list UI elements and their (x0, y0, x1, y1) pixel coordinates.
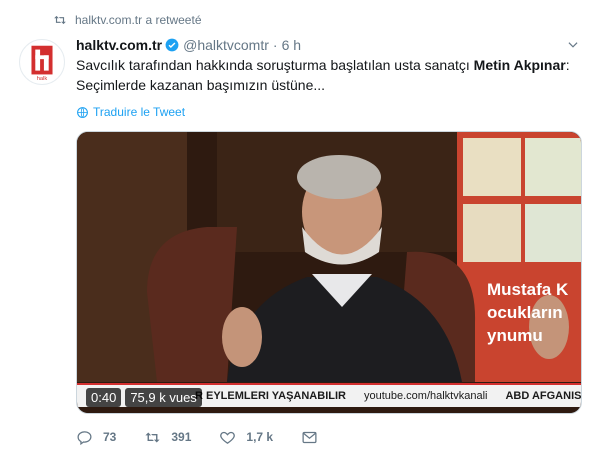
display-name[interactable]: halktv.com.tr (76, 37, 162, 53)
retweet-icon (54, 15, 66, 25)
ticker-item: youtube.com/halktvkanali (363, 390, 488, 402)
reply-button[interactable]: 73 (76, 429, 116, 446)
ticker-item: ABD AFGANISTAN'DA (505, 390, 581, 402)
ticker-item: R EYLEMLERI YAŞANABILIR (195, 390, 346, 402)
direct-message-button[interactable] (301, 429, 328, 446)
chevron-down-icon[interactable] (566, 38, 580, 52)
video-player[interactable]: Mustafa K ocukların ynumu R EYLEMLERI YA… (76, 131, 582, 414)
user-handle[interactable]: @halktvcomtr (183, 37, 269, 53)
like-count: 1,7 k (246, 430, 274, 444)
retweet-button[interactable]: 391 (144, 429, 191, 446)
banner-line-2: ocukların (487, 303, 563, 322)
globe-icon (77, 106, 88, 118)
banner-line-1: Mustafa K (487, 280, 569, 299)
retweet-count: 391 (171, 430, 192, 444)
tweet-header: halktv.com.tr @halktvcomtr · 6 h (76, 36, 580, 54)
halktv-logo-icon: halk (31, 45, 53, 82)
like-button[interactable]: 1,7 k (219, 429, 273, 446)
translate-tweet-link[interactable]: Traduire le Tweet (76, 104, 185, 120)
background-banner-text: Mustafa K ocukların ynumu (481, 278, 581, 347)
video-badges: 0:40 75,9 k vues (86, 388, 202, 407)
translate-label: Traduire le Tweet (93, 105, 186, 119)
video-duration: 0:40 (86, 388, 122, 407)
tweet-actions: 73 391 1,7 k (76, 428, 356, 446)
separator-dot: · (272, 37, 278, 53)
retweet-icon (145, 432, 160, 442)
envelope-icon (302, 431, 317, 443)
reply-count: 73 (103, 430, 117, 444)
banner-line-3: ynumu (487, 326, 543, 345)
retweet-context[interactable]: halktv.com.tr a retweeté (53, 12, 202, 28)
tweet-text-part1: Savcılık tarafından hakkında soruşturma … (76, 57, 474, 73)
heart-icon (220, 431, 236, 444)
reply-icon (77, 430, 92, 445)
avatar-logo-label: halk (37, 76, 48, 82)
video-frame (77, 132, 581, 413)
verified-badge-icon (165, 38, 179, 52)
avatar[interactable]: halk (19, 39, 65, 85)
tweet-text-bold-name[interactable]: Metin Akpınar (474, 57, 566, 73)
video-view-count: 75,9 k vues (125, 388, 202, 407)
tweet-text: Savcılık tarafından hakkında soruşturma … (76, 55, 582, 95)
tweet-timestamp[interactable]: 6 h (282, 37, 301, 53)
retweet-text: halktv.com.tr a retweeté (75, 13, 202, 27)
